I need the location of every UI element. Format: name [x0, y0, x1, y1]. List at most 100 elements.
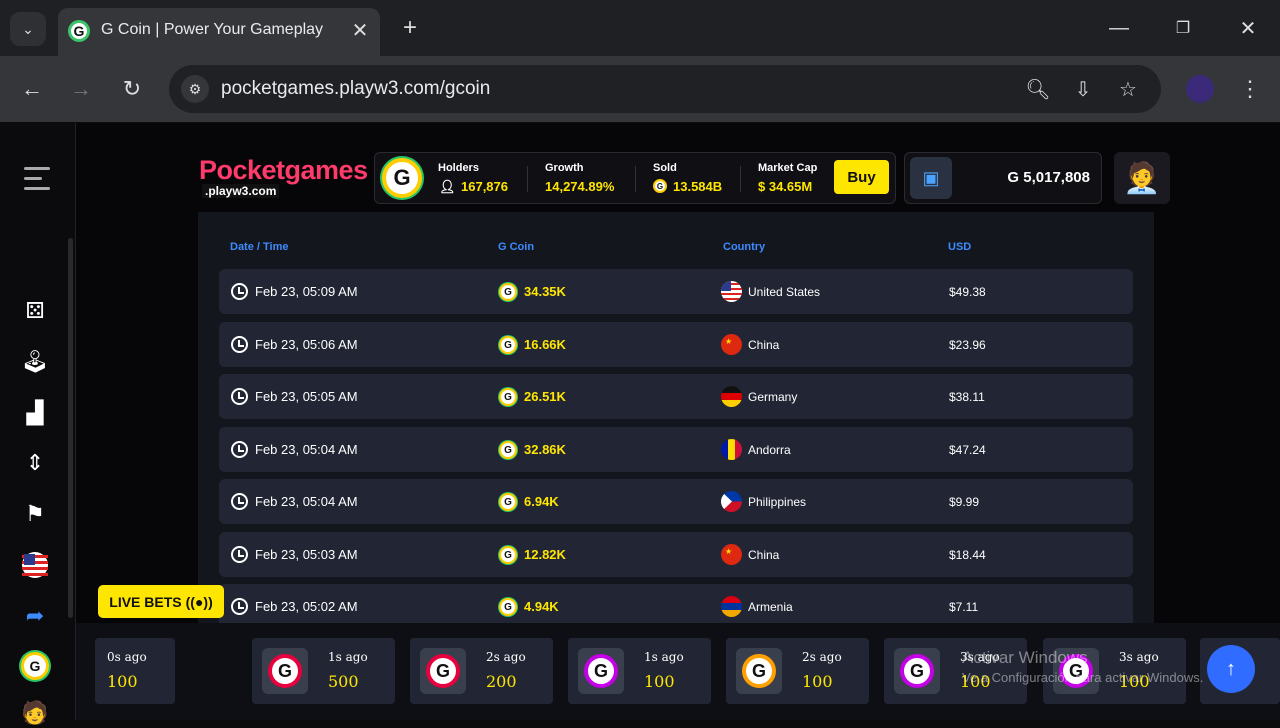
scroll-to-top-button[interactable]: ↑: [1207, 645, 1255, 693]
china-flag-icon: ★: [721, 334, 742, 355]
zoom-icon[interactable]: 🔍︎: [1024, 75, 1052, 103]
pocketgames-logo[interactable]: Pocketgames: [199, 155, 368, 186]
growth-value: 14,274.89%: [545, 179, 615, 194]
dice-icon[interactable]: ⚄: [20, 296, 50, 326]
gcoin-icon: G: [499, 598, 517, 616]
tab-title: G Coin | Power Your Gameplay: [101, 21, 324, 38]
philippines-flag-icon: [721, 491, 742, 512]
user-avatar[interactable]: 🧑‍💼: [1114, 152, 1170, 204]
row-date: Feb 23, 05:03 AM: [255, 547, 358, 562]
tab-search-button[interactable]: ⌄: [10, 12, 46, 46]
close-window-button[interactable]: ✕: [1234, 14, 1262, 42]
table-row: Feb 23, 05:06 AM G 16.66K ★ China $23.96: [219, 322, 1133, 367]
row-country: China: [748, 548, 780, 562]
col-header-usd: USD: [948, 241, 972, 253]
sidebar-scrollbar[interactable]: [68, 238, 73, 618]
address-bar[interactable]: ⚙ pocketgames.playw3.com/gcoin 🔍︎ ⇩ ☆: [169, 65, 1161, 113]
row-usd: $47.24: [949, 443, 986, 457]
row-date: Feb 23, 05:05 AM: [255, 389, 358, 404]
row-country: Armenia: [748, 600, 793, 614]
germany-flag-icon: [721, 386, 742, 407]
row-coin: 34.35K: [524, 284, 566, 299]
holders-value: 167,876: [461, 179, 508, 194]
row-coin: 12.82K: [524, 547, 566, 562]
ticker-ago: 3s ago: [1119, 650, 1159, 664]
table-row: Feb 23, 05:02 AM G 4.94K Armenia $7.11: [219, 584, 1133, 623]
forward-button[interactable]: →: [65, 73, 97, 105]
gcoin-logo-icon: G: [382, 158, 422, 198]
site-info-icon[interactable]: ⚙: [181, 75, 209, 103]
coin-icon: G: [420, 648, 466, 694]
hamburger-menu-icon[interactable]: [24, 167, 50, 193]
live-bets-button[interactable]: LIVE BETS ((●)): [98, 585, 224, 618]
browser-toolbar: ← → ↻ ⚙ pocketgames.playw3.com/gcoin 🔍︎ …: [0, 56, 1280, 122]
gcoin-icon: G: [499, 283, 517, 301]
gcoin-icon: G: [499, 493, 517, 511]
coin-icon: G: [736, 648, 782, 694]
row-usd: $23.96: [949, 338, 986, 352]
andorra-flag-icon: [721, 439, 742, 460]
windows-activation-watermark: Activar Windows: [962, 648, 1088, 667]
reload-button[interactable]: ↻: [116, 73, 148, 105]
ticker-ago: 1s ago: [328, 650, 368, 664]
ticker-card[interactable]: G 2s ago 100: [726, 638, 869, 704]
growth-label: Growth: [545, 162, 584, 174]
wallet-icon[interactable]: ▣: [910, 157, 952, 199]
user-icon: 👤︎: [439, 179, 456, 194]
gcoin-favicon-icon: G: [68, 20, 90, 42]
chart-icon[interactable]: ▟: [20, 398, 50, 428]
broadcast-icon: ((●)): [185, 593, 213, 610]
restore-button[interactable]: ❐: [1169, 14, 1197, 42]
ticker-value: 100: [107, 672, 138, 691]
racing-flags-icon[interactable]: ⚑: [20, 499, 50, 529]
table-row: Feb 23, 05:03 AM G 12.82K ★ China $18.44: [219, 532, 1133, 577]
minimize-button[interactable]: —: [1105, 14, 1133, 42]
gcoin-icon: G: [499, 388, 517, 406]
svg-text:★: ★: [725, 547, 732, 556]
row-date: Feb 23, 05:04 AM: [255, 442, 358, 457]
profile-avatar[interactable]: [1186, 75, 1214, 103]
clock-icon: [231, 388, 248, 405]
url-text[interactable]: pocketgames.playw3.com/gcoin: [221, 78, 490, 100]
row-usd: $49.38: [949, 285, 986, 299]
buy-button[interactable]: Buy: [834, 160, 889, 194]
ticker-ago: 1s ago: [644, 650, 684, 664]
table-row: Feb 23, 05:04 AM G 6.94K Philippines $9.…: [219, 479, 1133, 524]
coin-icon: G: [262, 648, 308, 694]
bookmark-star-icon[interactable]: ☆: [1114, 75, 1142, 103]
row-coin: 16.66K: [524, 337, 566, 352]
new-tab-button[interactable]: +: [396, 14, 424, 42]
browser-menu-icon[interactable]: ⋮: [1238, 74, 1262, 104]
back-button[interactable]: ←: [16, 73, 48, 105]
share-icon[interactable]: ➦: [20, 601, 50, 631]
user-avatar-icon[interactable]: 🧑: [20, 698, 50, 728]
gcoin-icon[interactable]: G: [20, 651, 50, 681]
ticker-ago: 2s ago: [802, 650, 842, 664]
install-app-icon[interactable]: ⇩: [1069, 75, 1097, 103]
close-tab-icon[interactable]: ✕: [348, 18, 372, 42]
row-coin: 4.94K: [524, 599, 559, 614]
ticker-card[interactable]: 0s ago 100: [95, 638, 175, 704]
china-flag-icon: ★: [721, 544, 742, 565]
wallet-balance: G 5,017,808: [1007, 169, 1090, 186]
row-country: Germany: [748, 390, 798, 404]
browser-tab-bar: ⌄ G G Coin | Power Your Gameplay ✕ + — ❐…: [0, 0, 1280, 56]
armenia-flag-icon: [721, 596, 742, 617]
ticker-card[interactable]: G 2s ago 200: [410, 638, 553, 704]
clock-icon: [231, 441, 248, 458]
us-flag-icon[interactable]: [20, 550, 50, 580]
row-date: Feb 23, 05:02 AM: [255, 599, 358, 614]
row-date: Feb 23, 05:09 AM: [255, 284, 358, 299]
row-usd: $9.99: [949, 495, 980, 509]
browser-tab[interactable]: G G Coin | Power Your Gameplay ✕: [58, 8, 380, 56]
ticker-card[interactable]: G 1s ago 100: [568, 638, 711, 704]
windows-activation-subtext: Ve a Configuración para activar Windows.: [962, 670, 1204, 685]
marketcap-label: Market Cap: [758, 162, 818, 174]
col-header-date: Date / Time: [230, 241, 289, 253]
row-country: United States: [748, 285, 821, 299]
row-date: Feb 23, 05:06 AM: [255, 337, 358, 352]
svg-text:★: ★: [725, 337, 732, 346]
joystick-icon[interactable]: 🕹︎: [20, 347, 50, 377]
ticker-card[interactable]: G 1s ago 500: [252, 638, 395, 704]
up-down-icon[interactable]: ⇕: [20, 448, 50, 478]
